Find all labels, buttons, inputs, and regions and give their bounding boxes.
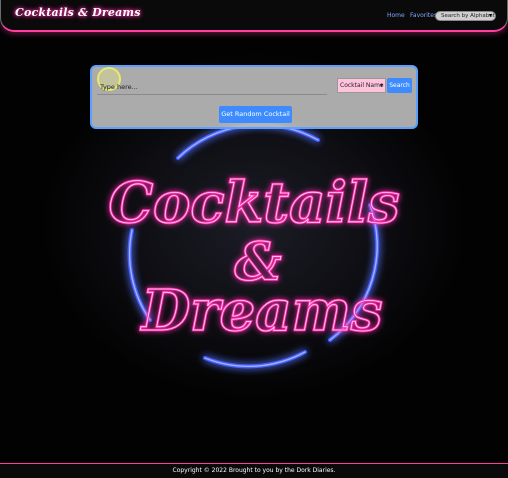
search-button[interactable]: Search bbox=[387, 78, 412, 93]
search-panel: Type here... Cocktail Name ▾ Search Get … bbox=[90, 65, 418, 129]
svg-text:Dreams: Dreams bbox=[140, 278, 383, 344]
alphabet-filter-label: Search by Alphabet bbox=[441, 13, 495, 19]
nav-link-favorites[interactable]: Favorites bbox=[410, 12, 437, 19]
search-type-select[interactable]: Cocktail Name ▾ bbox=[337, 78, 386, 93]
page: Cocktails & Dreams Cocktails & Dreams Co… bbox=[0, 0, 508, 478]
footer: Copyright © 2022 Brought to you by the D… bbox=[0, 463, 508, 478]
random-cocktail-button[interactable]: Get Random Cocktail bbox=[219, 106, 292, 123]
nav-link-home[interactable]: Home bbox=[387, 12, 405, 19]
chevron-down-icon: ▾ bbox=[379, 82, 383, 89]
svg-text:Cocktails: Cocktails bbox=[108, 170, 399, 236]
footer-copyright: Copyright © 2022 Brought to you by the D… bbox=[172, 467, 336, 474]
brand-logo[interactable]: Cocktails & Dreams bbox=[15, 6, 141, 19]
chevron-down-icon: ▾ bbox=[488, 12, 492, 19]
search-type-label: Cocktail Name bbox=[340, 82, 384, 89]
alphabet-filter-select[interactable]: Search by Alphabet ▾ bbox=[435, 11, 496, 21]
search-input[interactable]: Type here... bbox=[97, 79, 327, 95]
navbar: Cocktails & Dreams Home Favorites Search… bbox=[0, 0, 508, 32]
